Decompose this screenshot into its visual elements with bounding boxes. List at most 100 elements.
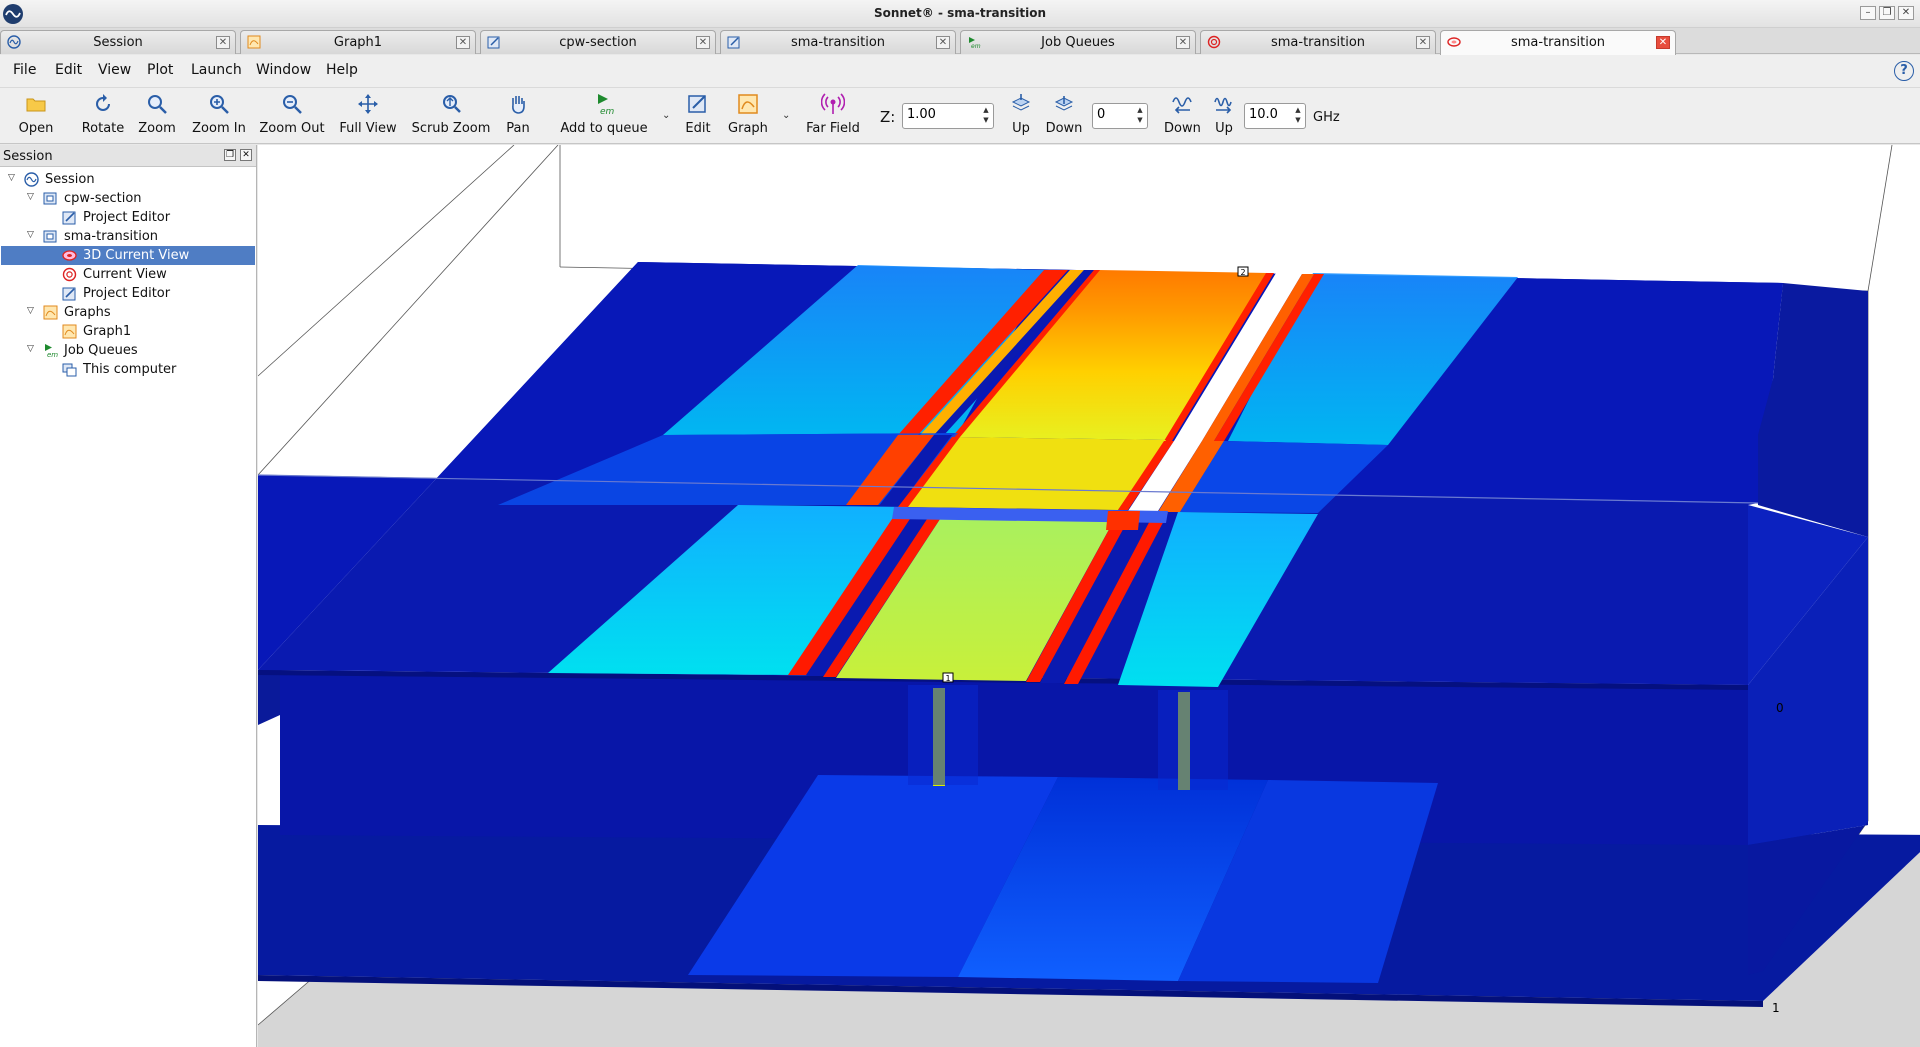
graph-icon <box>62 324 77 339</box>
menu-view[interactable]: View <box>98 62 131 78</box>
level-down-button[interactable]: Down <box>1042 92 1086 142</box>
frequency-spinbox[interactable]: ▲▼ <box>1244 103 1306 129</box>
tab-session[interactable]: Session ✕ <box>0 30 236 54</box>
spin-arrows-icon[interactable]: ▲ ▼ <box>980 105 992 127</box>
tab-sma-transition-editor[interactable]: sma-transition ✕ <box>720 30 956 54</box>
open-button[interactable]: Open <box>14 92 58 142</box>
full-view-button[interactable]: Full View <box>336 92 400 142</box>
zoom-in-label: Zoom In <box>192 121 246 136</box>
menu-window[interactable]: Window <box>256 62 311 78</box>
computer-icon <box>62 363 77 377</box>
tree-item-sma-transition[interactable]: ▽ sma-transition <box>1 227 255 246</box>
tree-item-project-editor-sma[interactable]: Project Editor <box>1 284 255 303</box>
expand-chevron-icon[interactable]: ▽ <box>27 306 39 318</box>
frequency-unit: GHz <box>1313 110 1340 125</box>
zoom-button[interactable]: Zoom <box>136 92 178 142</box>
close-tab-icon[interactable]: ✕ <box>1656 36 1670 49</box>
tab-label: sma-transition <box>1270 35 1366 50</box>
add-to-queue-button[interactable]: em Add to queue <box>558 92 650 142</box>
close-window-button[interactable]: ✕ <box>1898 6 1914 20</box>
zoom-in-button[interactable]: Zoom In <box>189 92 249 142</box>
chevron-down-icon[interactable]: ⌄ <box>782 110 792 121</box>
frequency-down-button[interactable]: Down <box>1164 92 1201 142</box>
minimize-button[interactable]: – <box>1860 6 1876 20</box>
menu-launch[interactable]: Launch <box>191 62 242 78</box>
tree-item-3d-current-view[interactable]: 3D Current View <box>1 246 255 265</box>
tree-item-label: Project Editor <box>83 210 171 225</box>
tree-item-label: Current View <box>83 267 167 282</box>
close-tab-icon[interactable]: ✕ <box>1176 36 1190 49</box>
spin-arrows-icon[interactable]: ▲ ▼ <box>1134 105 1146 127</box>
close-tab-icon[interactable]: ✕ <box>216 36 230 49</box>
tab-sma-transition-current[interactable]: sma-transition ✕ <box>1200 30 1436 54</box>
tab-graph1[interactable]: Graph1 ✕ <box>240 30 476 54</box>
level-label-0: 0 <box>1776 701 1784 715</box>
session-panel: Session ❐ ✕ ▽ Session ▽ cpw-section Proj… <box>0 145 257 1047</box>
tab-cpw-section[interactable]: cpw-section ✕ <box>480 30 716 54</box>
z-scale-spinbox[interactable]: ▲▼ <box>902 103 994 129</box>
z-scale-input[interactable] <box>907 107 970 122</box>
graph-icon <box>738 94 758 114</box>
frequency-input[interactable] <box>1249 107 1291 122</box>
float-panel-icon[interactable]: ❐ <box>224 149 236 161</box>
zoom-out-button[interactable]: Zoom Out <box>258 92 326 142</box>
tree-item-project-editor-cpw[interactable]: Project Editor <box>1 208 255 227</box>
close-tab-icon[interactable]: ✕ <box>1416 36 1430 49</box>
level-label-1: 1 <box>1772 1001 1780 1015</box>
port-marker-2[interactable]: 2 <box>1237 266 1249 277</box>
expand-chevron-icon[interactable]: ▽ <box>27 192 39 204</box>
title-bar: Sonnet® - sma-transition – ❐ ✕ <box>0 0 1920 28</box>
spin-arrows-icon[interactable]: ▲ ▼ <box>1292 105 1304 127</box>
level-up-icon <box>1011 94 1031 111</box>
tab-sma-transition-3d[interactable]: sma-transition ✕ <box>1440 30 1676 55</box>
3d-current-viewport[interactable]: 2 1 0 1 <box>258 145 1920 1047</box>
pan-button[interactable]: Pan <box>500 92 536 142</box>
tab-job-queues[interactable]: em Job Queues ✕ <box>960 30 1196 54</box>
menu-help[interactable]: Help <box>326 62 358 78</box>
tree-item-label: This computer <box>83 362 177 377</box>
window-title: Sonnet® - sma-transition <box>873 6 1047 20</box>
tree-item-cpw-section[interactable]: ▽ cpw-section <box>1 189 255 208</box>
pan-label: Pan <box>506 121 530 136</box>
svg-text:em: em <box>971 43 981 49</box>
maximize-button[interactable]: ❐ <box>1879 6 1895 20</box>
edit-label: Edit <box>685 121 711 136</box>
3d-current-scene[interactable]: 2 1 0 1 <box>258 145 1920 1047</box>
expand-chevron-icon[interactable]: ▽ <box>8 173 20 185</box>
expand-chevron-icon[interactable]: ▽ <box>27 230 39 242</box>
tree-item-label: Session <box>45 172 95 187</box>
rotate-button[interactable]: Rotate <box>78 92 128 142</box>
close-tab-icon[interactable]: ✕ <box>696 36 710 49</box>
menu-file[interactable]: File <box>13 62 36 78</box>
help-icon[interactable]: ? <box>1894 61 1914 81</box>
level-input[interactable] <box>1097 107 1135 122</box>
close-panel-icon[interactable]: ✕ <box>240 149 252 161</box>
open-label: Open <box>18 121 54 136</box>
tree-item-this-computer[interactable]: This computer <box>1 360 255 379</box>
expand-chevron-icon[interactable]: ▽ <box>27 344 39 356</box>
scrub-zoom-button[interactable]: Scrub Zoom <box>410 92 492 142</box>
level-spinbox[interactable]: ▲▼ <box>1092 103 1148 129</box>
em-icon: em <box>598 94 615 116</box>
far-field-button[interactable]: Far Field <box>802 92 864 142</box>
tree-item-session[interactable]: ▽ Session <box>1 170 255 189</box>
zoom-in-icon <box>210 95 229 114</box>
folder-icon <box>26 98 46 112</box>
tree-item-current-view[interactable]: Current View <box>1 265 255 284</box>
frequency-up-button[interactable]: Up <box>1210 92 1238 142</box>
zoom-out-icon <box>283 95 302 114</box>
port-marker-1[interactable]: 1 <box>942 672 954 683</box>
edit-button[interactable]: Edit <box>680 92 716 142</box>
tree-item-job-queues[interactable]: ▽ em Job Queues <box>1 341 255 360</box>
tree-item-graph1[interactable]: Graph1 <box>1 322 255 341</box>
graph-button[interactable]: Graph <box>726 92 770 142</box>
tree-item-graphs[interactable]: ▽ Graphs <box>1 303 255 322</box>
close-tab-icon[interactable]: ✕ <box>456 36 470 49</box>
close-tab-icon[interactable]: ✕ <box>936 36 950 49</box>
chevron-down-icon[interactable]: ⌄ <box>662 110 672 121</box>
level-up-button[interactable]: Up <box>1006 92 1036 142</box>
menu-plot[interactable]: Plot <box>147 62 173 78</box>
z-label: Z: <box>880 108 896 126</box>
menu-edit[interactable]: Edit <box>55 62 82 78</box>
frequency-up-icon <box>1214 97 1232 114</box>
